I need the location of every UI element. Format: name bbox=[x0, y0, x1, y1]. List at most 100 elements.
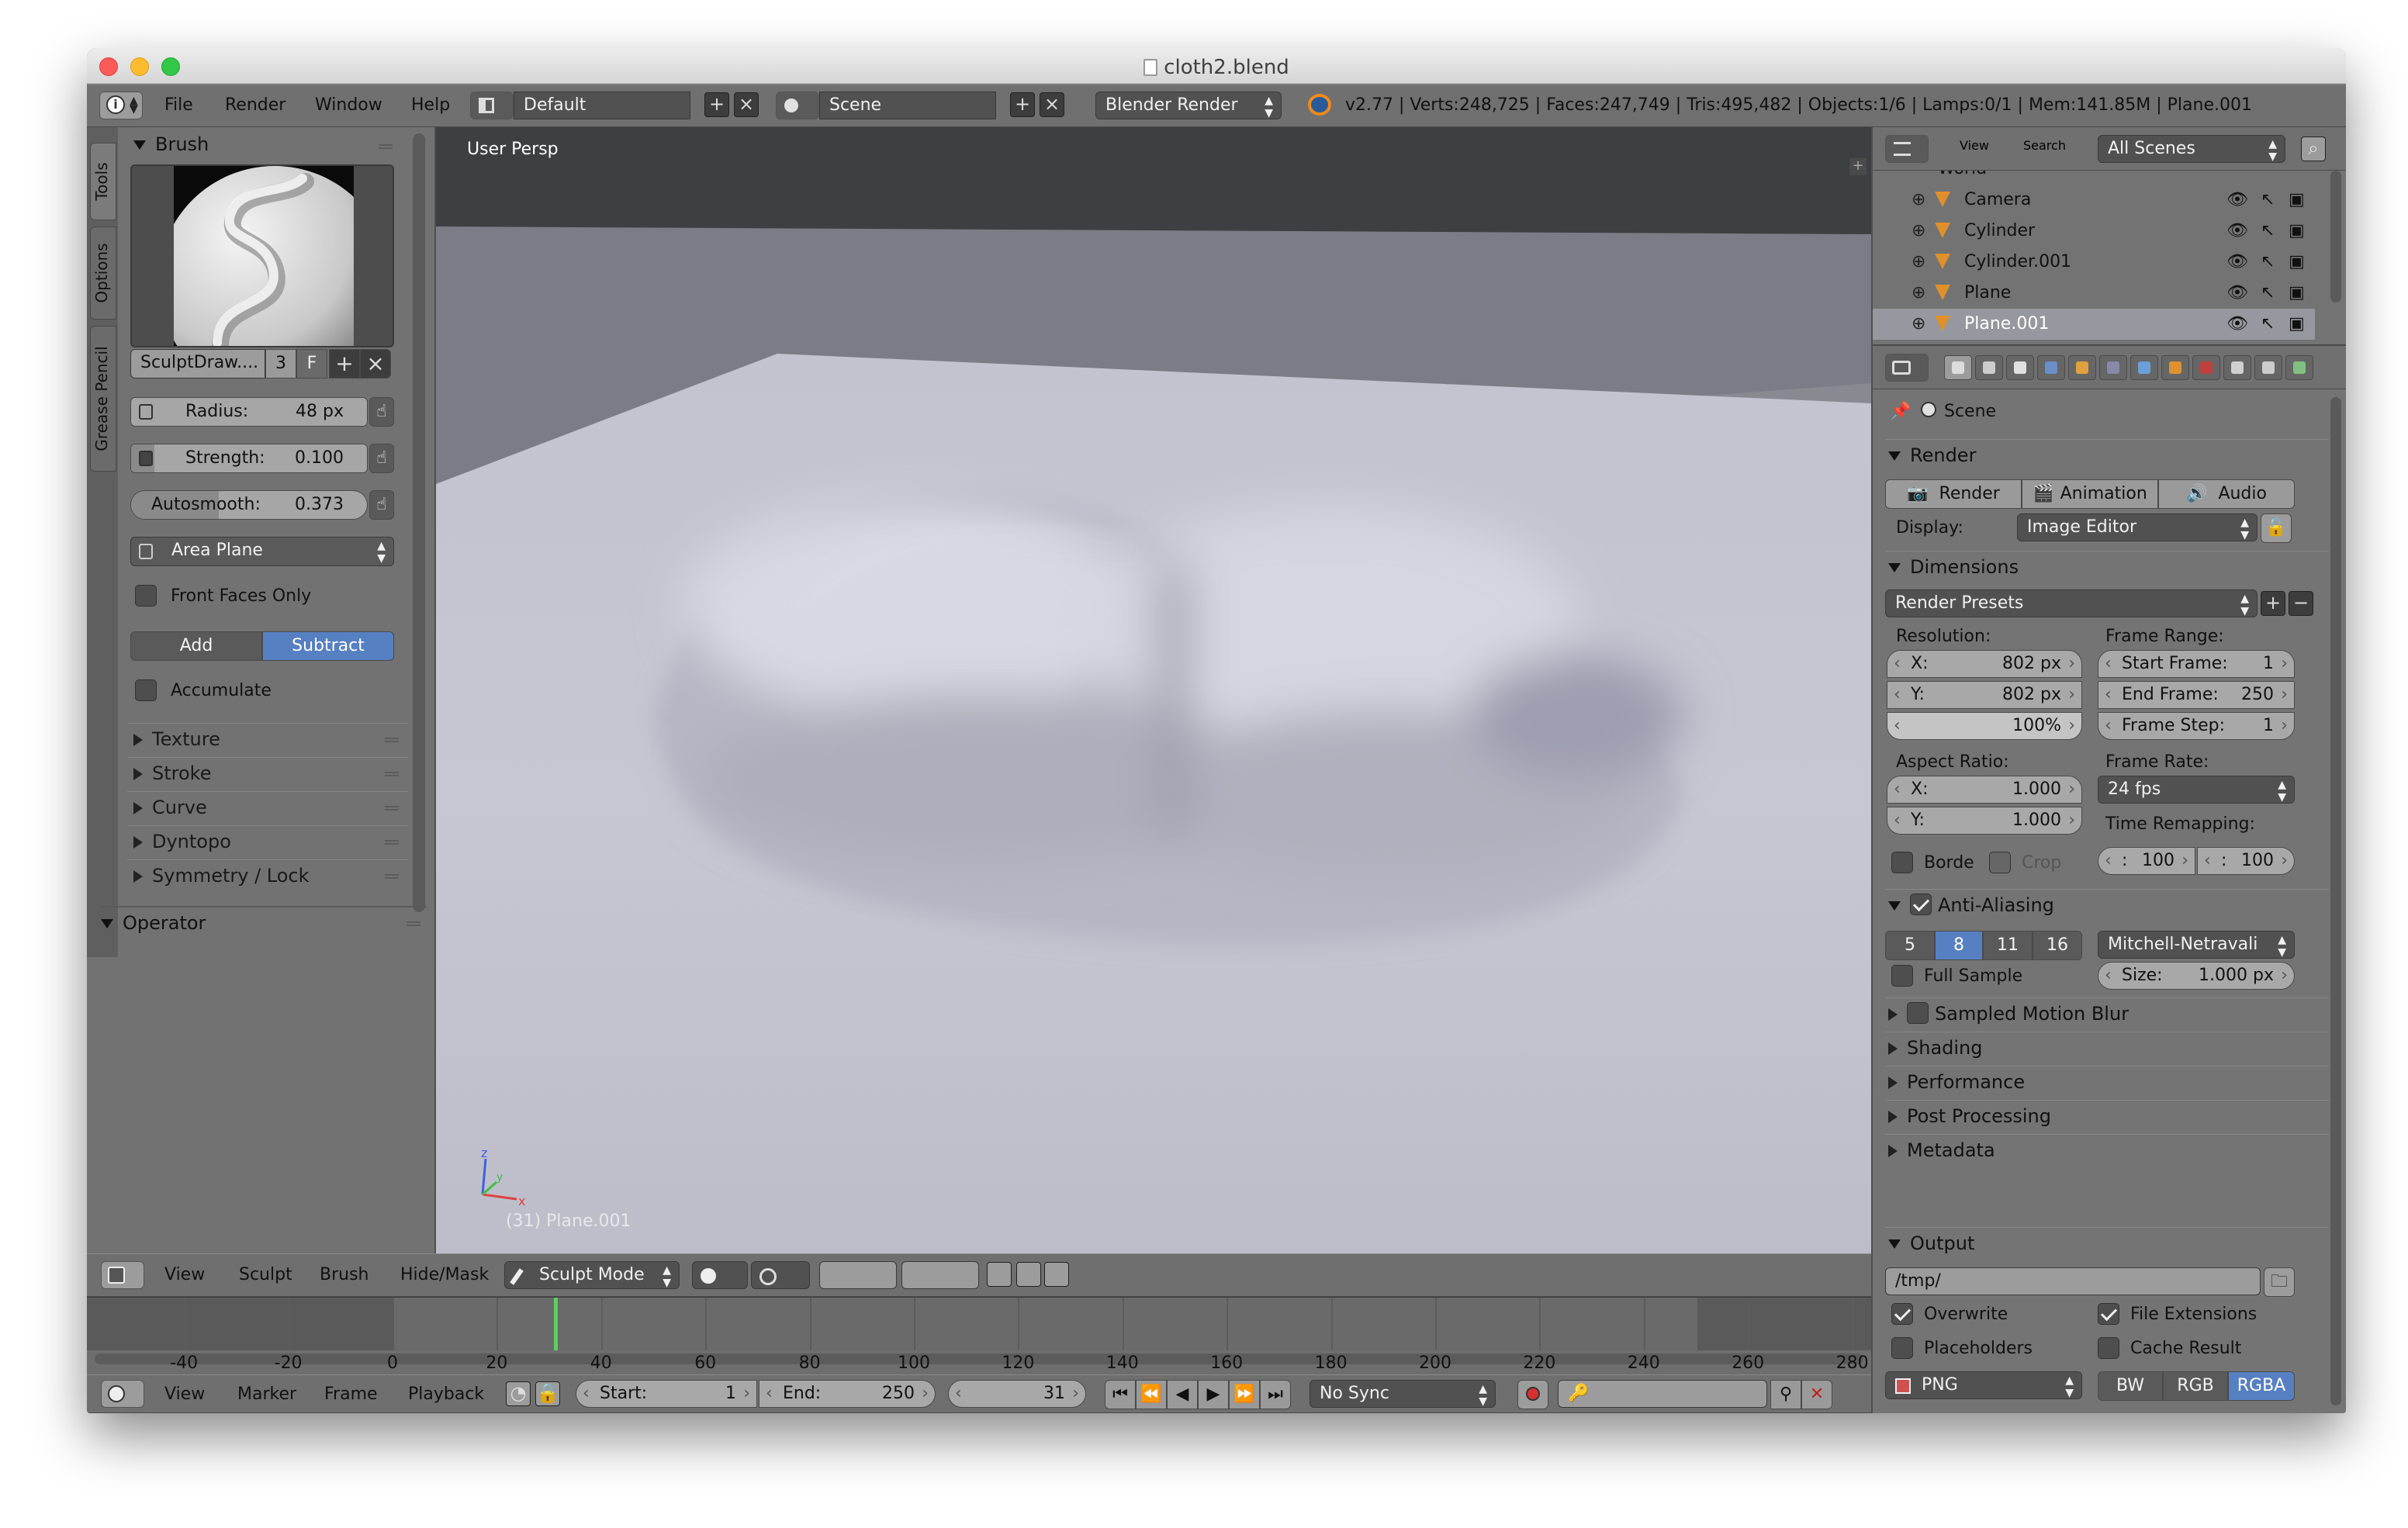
panel-grip-icon[interactable] bbox=[379, 144, 393, 149]
selectability-cursor-icon[interactable]: ↖ bbox=[2261, 278, 2275, 309]
selectability-cursor-icon[interactable]: ↖ bbox=[2261, 247, 2275, 278]
strength-slider[interactable]: Strength: 0.100 bbox=[130, 444, 368, 473]
outliner-row-plane[interactable]: ⊕ Plane 👁 ↖ ▣ bbox=[1873, 278, 2315, 309]
crop-checkbox[interactable] bbox=[1989, 852, 2011, 873]
aspect-x-field[interactable]: X: 1.000 bbox=[1887, 776, 2082, 804]
expand-icon[interactable]: ⊕ bbox=[1912, 247, 1925, 278]
current-frame-cursor[interactable] bbox=[554, 1298, 559, 1350]
interaction-mode-select[interactable]: Sculpt Mode ▲ ▼ bbox=[504, 1261, 680, 1289]
full-sample-checkbox[interactable] bbox=[1891, 965, 1913, 987]
tab-world-icon[interactable] bbox=[2037, 355, 2065, 380]
editor-type-timeline-button[interactable] bbox=[101, 1380, 144, 1408]
editor-type-info-button[interactable]: i ▲ ▼ bbox=[99, 92, 143, 119]
editor-type-properties-button[interactable] bbox=[1885, 354, 1929, 382]
overwrite-checkbox[interactable] bbox=[1891, 1303, 1913, 1325]
symmetry-lock-panel-header[interactable]: Symmetry / Lock bbox=[127, 859, 408, 890]
file-format-select[interactable]: PNG ▲ ▼ bbox=[1885, 1371, 2082, 1399]
menu-view[interactable]: View bbox=[164, 1265, 205, 1284]
opengl-render-image-button[interactable] bbox=[1016, 1262, 1041, 1287]
keying-set-field[interactable]: 🔑 bbox=[1558, 1380, 1767, 1408]
section-metadata-header[interactable]: Metadata bbox=[1885, 1134, 2329, 1165]
output-path-field[interactable]: /tmp/ bbox=[1885, 1267, 2261, 1295]
visibility-eye-icon[interactable]: 👁 bbox=[2226, 278, 2248, 309]
tab-particles-icon[interactable] bbox=[2254, 355, 2282, 380]
outliner-item-label[interactable]: Camera bbox=[1964, 185, 2031, 216]
remove-preset-button[interactable]: − bbox=[2289, 591, 2313, 616]
stroke-panel-header[interactable]: Stroke bbox=[127, 757, 408, 788]
time-remap-new-field[interactable]: :100 bbox=[2197, 847, 2295, 875]
lock-interface-toggle[interactable]: 🔓 bbox=[2261, 513, 2292, 543]
3d-viewport[interactable]: User Persp + x z y (31) Plane.001 bbox=[436, 127, 1871, 1253]
layers-row-1[interactable] bbox=[819, 1261, 897, 1289]
tab-options[interactable]: Options bbox=[90, 226, 116, 320]
scene-selector-button[interactable] bbox=[776, 92, 819, 119]
pivot-point-select[interactable] bbox=[751, 1261, 810, 1289]
outliner-row-cylinder-001[interactable]: ⊕ Cylinder.001 👁 ↖ ▣ bbox=[1873, 247, 2315, 278]
timeline-menu-marker[interactable]: Marker bbox=[237, 1385, 296, 1404]
render-panel-header[interactable]: Render bbox=[1885, 439, 2329, 470]
section-performance-header[interactable]: Performance bbox=[1885, 1066, 2329, 1097]
remove-scene-button[interactable]: × bbox=[1040, 92, 1064, 117]
expand-icon[interactable]: ⊕ bbox=[1912, 216, 1925, 247]
jump-to-keyframe-forward-button[interactable]: ⏩ bbox=[1229, 1380, 1260, 1409]
display-mode-select[interactable]: Image Editor ▲ ▼ bbox=[2017, 513, 2258, 541]
expand-icon[interactable]: ⊕ bbox=[1912, 185, 1925, 216]
output-panel-header[interactable]: Output bbox=[1885, 1227, 2329, 1258]
renderability-camera-icon[interactable]: ▣ bbox=[2289, 216, 2305, 247]
curve-panel-header[interactable]: Curve bbox=[127, 791, 408, 822]
menu-sculpt[interactable]: Sculpt bbox=[239, 1265, 292, 1284]
tab-material-icon[interactable] bbox=[2192, 355, 2220, 380]
visibility-eye-icon[interactable]: 👁 bbox=[2226, 309, 2248, 340]
opengl-render-animation-button[interactable] bbox=[1044, 1262, 1069, 1287]
section-sampled-motion-blur-header[interactable]: Sampled Motion Blur bbox=[1885, 997, 2329, 1028]
new-brush-button[interactable]: + bbox=[329, 349, 360, 379]
tab-scene-icon[interactable] bbox=[2006, 355, 2034, 380]
preview-range-button[interactable]: ◔ bbox=[506, 1381, 531, 1406]
pin-icon[interactable]: 📌 bbox=[1890, 402, 1911, 421]
front-faces-only-checkbox[interactable] bbox=[135, 585, 157, 607]
screen-layout-button[interactable] bbox=[470, 92, 514, 119]
accumulate-checkbox[interactable] bbox=[135, 679, 157, 701]
add-layout-button[interactable]: + bbox=[704, 92, 729, 117]
menu-window[interactable]: Window bbox=[315, 95, 382, 115]
editor-type-3d-view-button[interactable] bbox=[101, 1261, 144, 1289]
anti-aliasing-checkbox[interactable] bbox=[1910, 894, 1932, 915]
color-mode-bw[interactable]: BW bbox=[2098, 1371, 2163, 1401]
selectability-cursor-icon[interactable]: ↖ bbox=[2261, 216, 2275, 247]
timeline-menu-frame[interactable]: Frame bbox=[324, 1385, 378, 1404]
outliner-display-mode-select[interactable]: All Scenes ▲ ▼ bbox=[2098, 135, 2285, 163]
resolution-percentage-field[interactable]: 100% bbox=[1887, 712, 2082, 740]
placeholders-checkbox[interactable] bbox=[1891, 1337, 1913, 1359]
end-frame-prop-field[interactable]: End Frame: 250 bbox=[2098, 681, 2295, 709]
menu-help[interactable]: Help bbox=[411, 95, 450, 115]
dyntopo-panel-header[interactable]: Dyntopo bbox=[127, 825, 408, 856]
operator-panel-header[interactable]: Operator bbox=[101, 906, 427, 934]
color-mode-rgb[interactable]: RGB bbox=[2163, 1371, 2228, 1401]
aa-samples-5[interactable]: 5 bbox=[1885, 931, 1935, 960]
render-engine-select[interactable]: Blender Render ▲ ▼ bbox=[1095, 92, 1282, 119]
frame-rate-select[interactable]: 24 fps ▲ ▼ bbox=[2098, 776, 2295, 804]
time-remap-old-field[interactable]: :100 bbox=[2098, 847, 2195, 875]
expand-icon[interactable]: ⊕ bbox=[1912, 278, 1925, 309]
outliner-row-cylinder[interactable]: ⊕ Cylinder 👁 ↖ ▣ bbox=[1873, 216, 2315, 247]
jump-to-end-button[interactable]: ⏭ bbox=[1260, 1380, 1291, 1409]
start-frame-prop-field[interactable]: Start Frame: 1 bbox=[2098, 650, 2295, 678]
menu-file[interactable]: File bbox=[164, 95, 193, 115]
renderability-camera-icon[interactable]: ▣ bbox=[2289, 185, 2305, 216]
tab-render-layers-icon[interactable] bbox=[1975, 355, 2003, 380]
insert-keyframe-button[interactable]: ⚲ bbox=[1770, 1380, 1801, 1409]
tab-constraints-icon[interactable] bbox=[2099, 355, 2127, 380]
frame-step-field[interactable]: Frame Step: 1 bbox=[2098, 712, 2295, 740]
aa-samples-11[interactable]: 11 bbox=[1983, 931, 2033, 960]
sculpt-plane-select[interactable]: Area Plane ▲ ▼ bbox=[130, 537, 394, 566]
resolution-x-field[interactable]: X: 802 px bbox=[1887, 650, 2082, 678]
outliner-item-label[interactable]: Cylinder bbox=[1964, 216, 2035, 247]
aa-filter-select[interactable]: Mitchell-Netravali ▲ ▼ bbox=[2098, 931, 2295, 959]
selectability-cursor-icon[interactable]: ↖ bbox=[2261, 309, 2275, 340]
end-frame-field[interactable]: End: 250 bbox=[759, 1380, 936, 1408]
file-extensions-checkbox[interactable] bbox=[2098, 1303, 2119, 1325]
brush-panel-header[interactable]: Brush bbox=[133, 133, 209, 155]
tab-object-icon[interactable] bbox=[2068, 355, 2096, 380]
anti-aliasing-panel-header[interactable]: Anti-Aliasing bbox=[1885, 889, 2329, 920]
start-frame-field[interactable]: Start: 1 bbox=[576, 1380, 757, 1408]
